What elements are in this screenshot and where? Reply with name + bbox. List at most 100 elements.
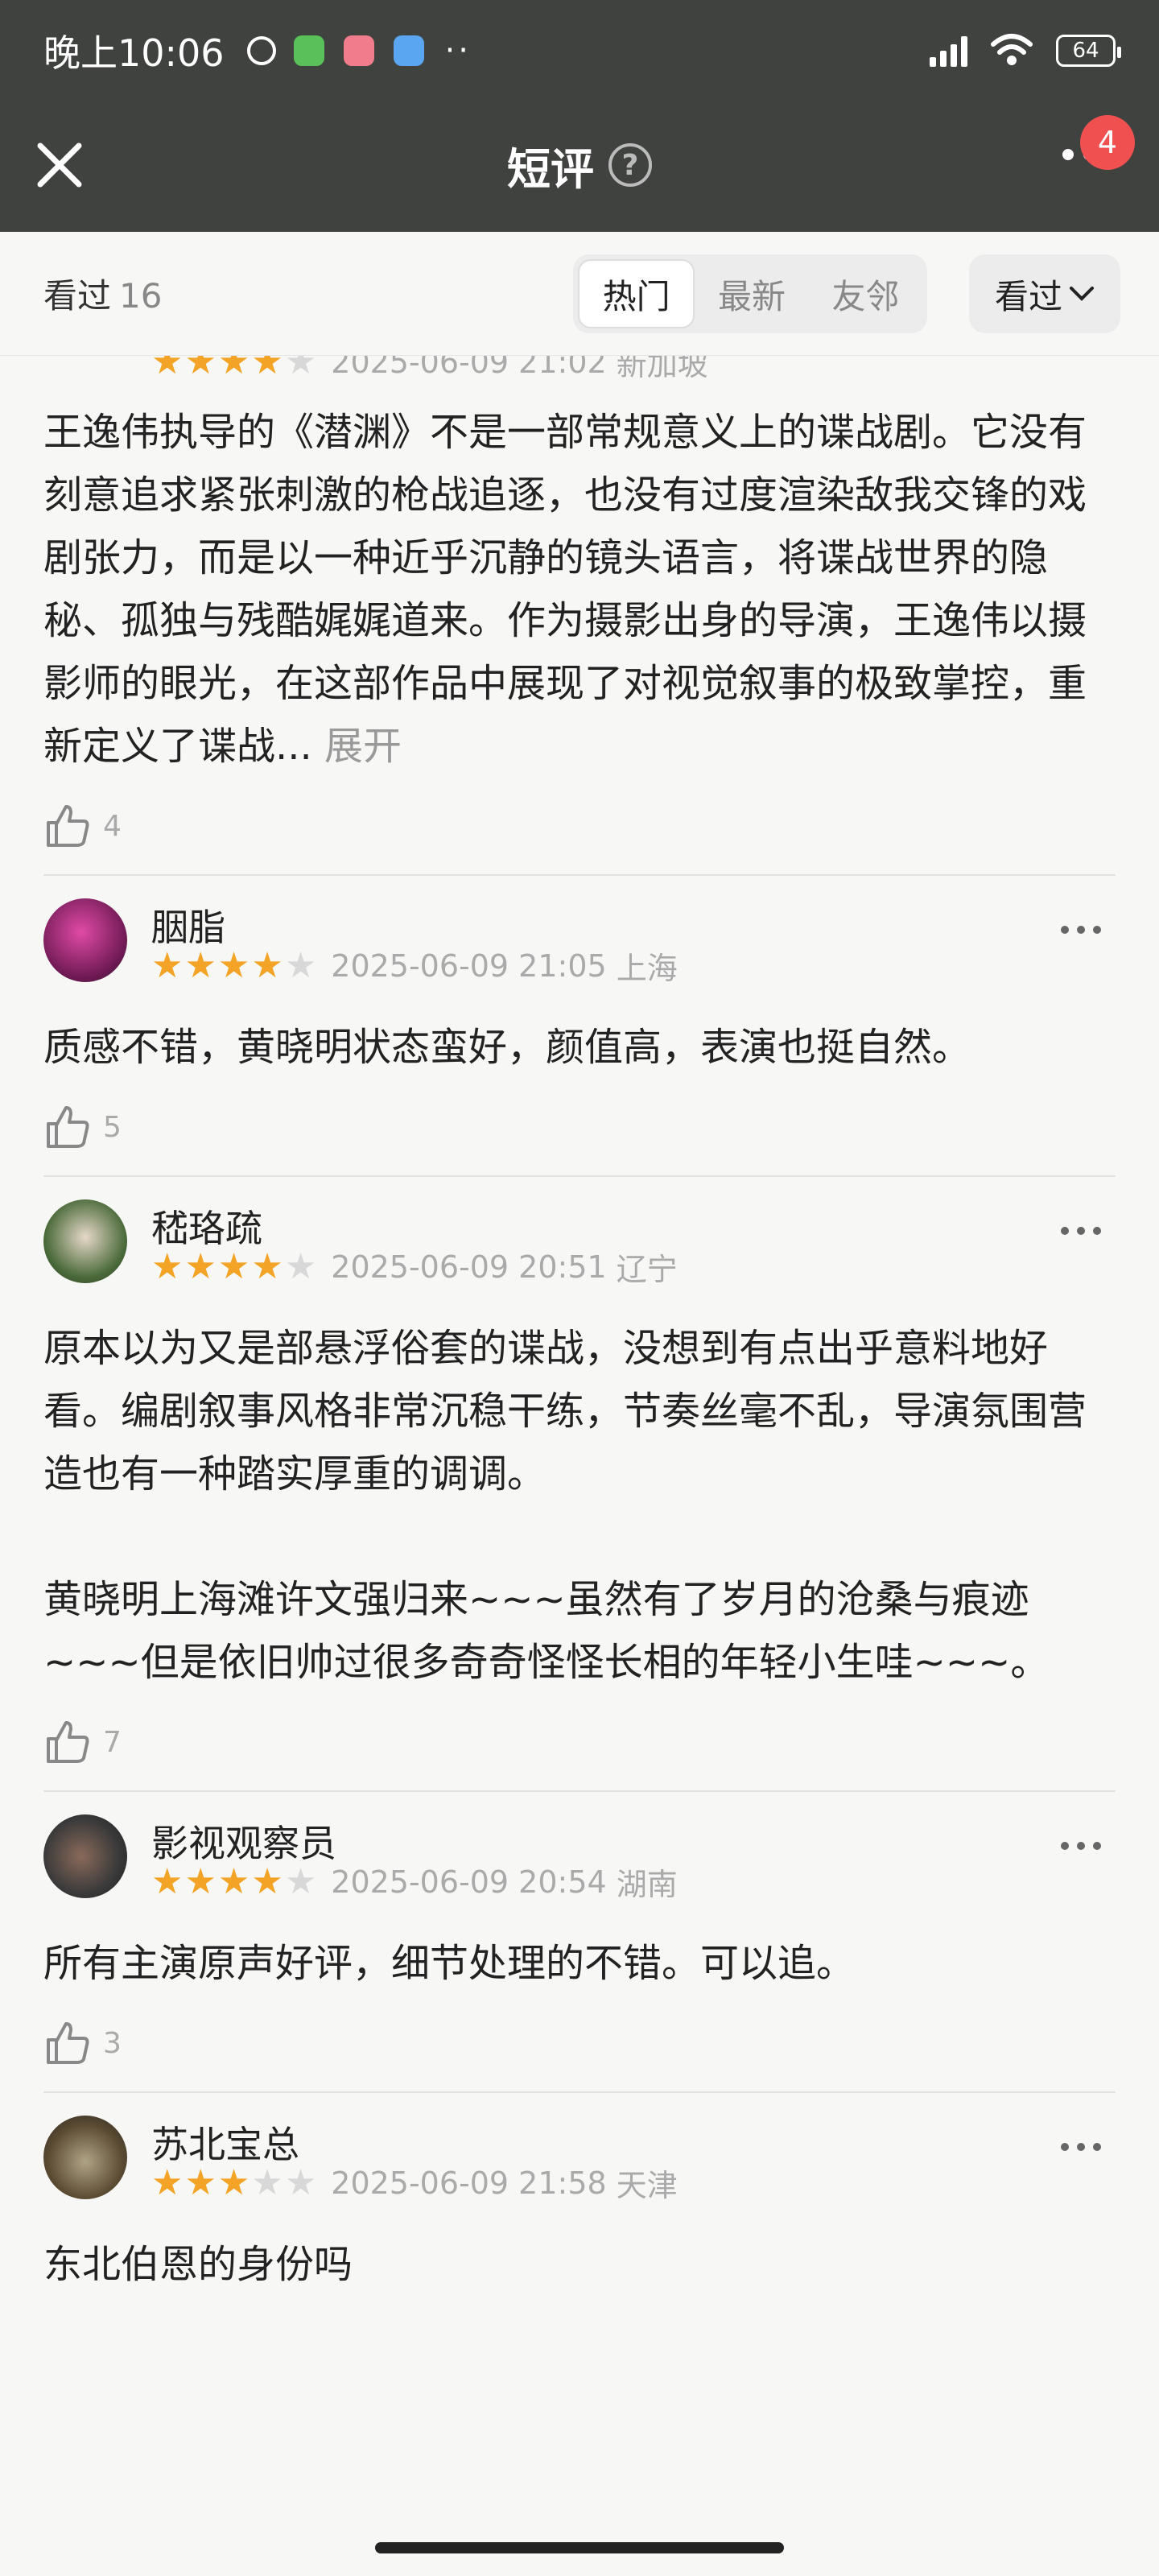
more-dot — [1093, 2143, 1101, 2151]
help-icon[interactable]: ? — [608, 143, 652, 187]
rating-stars: ★ ★ ★ ★ ★ — [151, 1249, 316, 1285]
review-text[interactable]: 东北伯恩的身份吗 — [43, 2228, 1116, 2296]
review-more-icon[interactable] — [1061, 1227, 1101, 1235]
like-button[interactable]: 3 — [43, 1995, 1116, 2091]
star-icon: ★ — [251, 2161, 283, 2203]
tab-latest[interactable]: 最新 — [695, 259, 808, 328]
seen-number: 16 — [119, 276, 163, 316]
review-location: 上海 — [616, 951, 678, 986]
like-count: 4 — [103, 809, 122, 843]
thumbs-up-icon — [47, 1721, 89, 1763]
tab-friends[interactable]: 友邻 — [809, 259, 922, 328]
review-time: 2025-06-09 21:58 — [331, 2165, 607, 2201]
review-location: 辽宁 — [616, 1252, 678, 1287]
star-icon: ★ — [251, 1860, 283, 1902]
star-icon: ★ — [151, 1860, 184, 1902]
star-icon: ★ — [184, 1860, 217, 1902]
review-header: 影视观察员 ★ ★ ★ ★ ★ 2025-06-09 20:54 湖南 — [43, 1792, 1116, 1927]
avatar[interactable] — [43, 1199, 127, 1283]
review-header: 胭脂 ★ ★ ★ ★ ★ 2025-06-09 21:05 上海 — [43, 876, 1116, 1011]
battery-level: 64 — [1072, 38, 1099, 63]
close-icon[interactable] — [32, 138, 87, 192]
header-area: 晚上10:06 ·· 64 短评 ? 4 — [0, 0, 1159, 232]
review-text[interactable]: 王逸伟执导的《潜渊》不是一部常规意义上的谍战剧。它没有刻意追求紧张刺激的枪战追逐… — [43, 396, 1116, 778]
review-body: 王逸伟执导的《潜渊》不是一部常规意义上的谍战剧。它没有刻意追求紧张刺激的枪战追逐… — [43, 410, 1087, 769]
star-icon: ★ — [217, 1245, 250, 1287]
thumbs-up-icon — [47, 2022, 89, 2064]
review-text[interactable]: 所有主演原声好评，细节处理的不错。可以追。 — [43, 1927, 1116, 1995]
star-icon: ★ — [251, 1245, 283, 1287]
thumbs-up-icon — [47, 1106, 89, 1148]
more-dot — [1077, 1227, 1085, 1235]
status-bar: 晚上10:06 ·· 64 — [0, 0, 1159, 101]
seen-dropdown[interactable]: 看过 — [969, 254, 1120, 333]
review-header: 嵇珞疏 ★ ★ ★ ★ ★ 2025-06-09 20:51 辽宁 — [43, 1177, 1116, 1312]
review-more-icon[interactable] — [1061, 2143, 1101, 2151]
status-time: 晚上10:06 — [43, 31, 225, 75]
review-meta: ★ ★ ★ ★ ★ 2025-06-09 20:54 湖南 — [151, 1860, 678, 1904]
review-item: 胭脂 ★ ★ ★ ★ ★ 2025-06-09 21:05 上海 质感不错，黄晓明状态蛮… — [43, 876, 1116, 1177]
review-time: 2025-06-09 20:54 — [331, 1864, 607, 1900]
avatar[interactable] — [43, 2116, 127, 2199]
review-item: 嵇珞疏 ★ ★ ★ ★ ★ 2025-06-09 20:51 辽宁 原本以为又是部悬浮俗… — [43, 1177, 1116, 1792]
expand-link[interactable]: 展开 — [324, 724, 402, 769]
more-dot — [1077, 1842, 1085, 1850]
like-button[interactable]: 5 — [43, 1079, 1116, 1175]
rating-stars: ★ ★ ★ ★ ★ — [151, 944, 317, 986]
more-dot — [1061, 2143, 1069, 2151]
avatar[interactable] — [43, 1814, 127, 1898]
star-icon: ★ — [151, 944, 184, 986]
review-location: 湖南 — [616, 1867, 678, 1902]
more-dot — [1093, 926, 1101, 934]
star-icon: ★ — [284, 1860, 317, 1902]
more-dot — [1061, 1842, 1069, 1850]
more-dot — [1061, 1227, 1069, 1235]
filter-bar: 看过 16 热门 最新 友邻 看过 — [0, 232, 1159, 356]
more-dot — [1077, 2143, 1085, 2151]
timer-icon — [246, 35, 276, 65]
like-count: 3 — [103, 2026, 122, 2060]
review-text[interactable]: 质感不错，黄晓明状态蛮好，颜值高，表演也挺自然。 — [43, 1011, 1116, 1079]
review-more-icon[interactable] — [1061, 926, 1101, 934]
thumbs-up-icon — [47, 805, 89, 847]
review-meta: ★ ★ ★ ★ ★ 2025-06-09 21:05 上海 — [151, 943, 678, 988]
seen-count: 看过 16 — [43, 269, 162, 318]
like-count: 5 — [103, 1110, 122, 1144]
star-icon: ★ — [184, 1245, 217, 1287]
star-icon: ★ — [151, 2161, 184, 2203]
more-dot — [1062, 149, 1074, 160]
more-dots-icon: ·· — [444, 31, 472, 69]
signal-icon — [930, 35, 967, 67]
star-icon: ★ — [151, 1245, 184, 1287]
rating-stars: ★ ★ ★ ★ ★ — [151, 2165, 316, 2201]
home-indicator[interactable] — [375, 2542, 784, 2553]
more-dot — [1093, 1842, 1101, 1850]
app-icon-pink — [343, 35, 374, 66]
wechat-icon — [293, 35, 324, 66]
chevron-down-icon — [1070, 287, 1094, 301]
more-dot — [1077, 926, 1085, 934]
tab-hot[interactable]: 热门 — [578, 259, 695, 328]
like-count: 7 — [103, 1725, 122, 1759]
star-icon: ★ — [284, 2161, 317, 2203]
review-meta: ★ ★ ★ ★ ★ 2025-06-09 20:51 辽宁 — [151, 1245, 678, 1289]
star-icon: ★ — [284, 944, 317, 986]
notification-badge: 4 — [1080, 115, 1135, 170]
more-dot — [1061, 926, 1069, 934]
seen-label: 看过 — [43, 276, 112, 316]
avatar[interactable] — [43, 898, 127, 982]
rating-stars: ★ ★ ★ ★ ★ — [151, 1864, 316, 1900]
review-location: 天津 — [616, 2168, 678, 2203]
app-icon-blue — [393, 35, 424, 66]
battery-icon: 64 — [1056, 34, 1121, 67]
star-icon: ★ — [284, 1245, 317, 1287]
more-dot — [1093, 1227, 1101, 1235]
review-text[interactable]: 原本以为又是部悬浮俗套的谍战，没想到有点出乎意料地好看。编剧叙事风格非常沉稳干练… — [43, 1312, 1116, 1694]
star-icon: ★ — [217, 2161, 250, 2203]
like-button[interactable]: 4 — [43, 778, 1116, 874]
page-title: 短评 ? — [507, 134, 652, 197]
sort-segmented-control: 热门 最新 友邻 — [573, 254, 927, 333]
review-more-icon[interactable] — [1061, 1842, 1101, 1850]
like-button[interactable]: 7 — [43, 1694, 1116, 1790]
review-item: 苏北宝总 ★ ★ ★ ★ ★ 2025-06-09 21:58 天津 东北伯恩的身份吗 — [43, 2093, 1116, 2296]
